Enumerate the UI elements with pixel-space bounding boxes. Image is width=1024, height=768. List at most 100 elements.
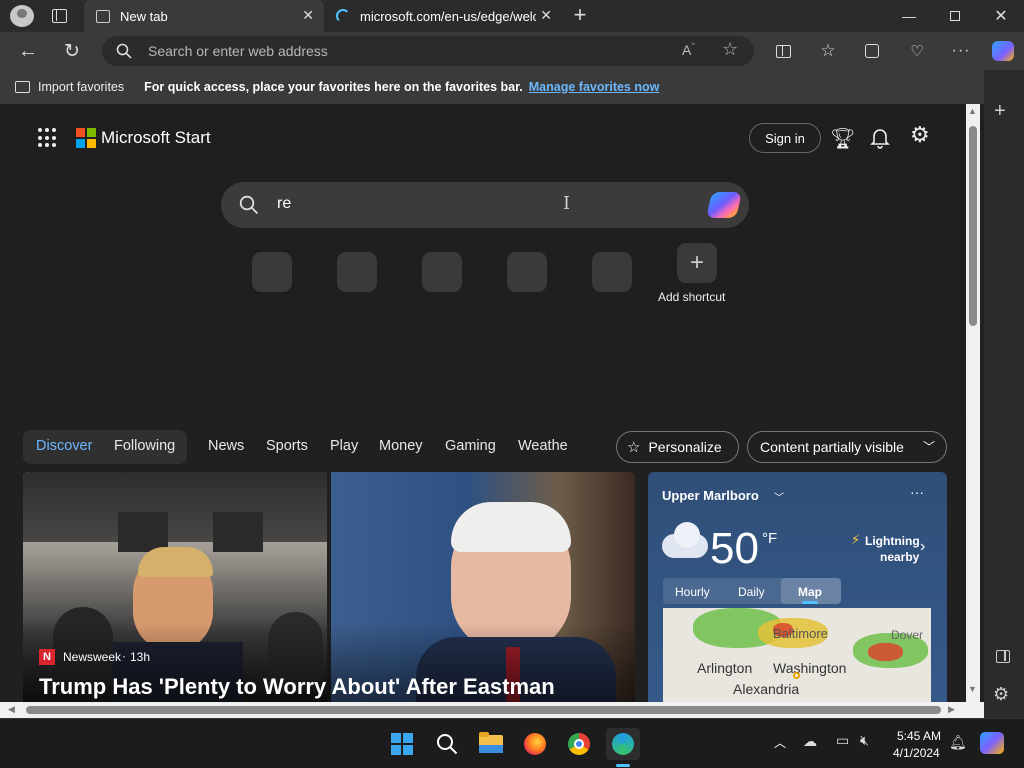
browser-essentials-icon[interactable]: ♡: [902, 36, 932, 66]
news-card[interactable]: N Newsweek · 13h Trump Has 'Plenty to Wo…: [23, 472, 635, 702]
news-source: Newsweek: [63, 650, 122, 664]
copilot-pre-icon[interactable]: [980, 732, 1004, 754]
search-input-value[interactable]: re: [277, 195, 291, 213]
close-tab-icon[interactable]: ✕: [540, 7, 552, 24]
shortcut-tile[interactable]: [507, 252, 547, 292]
page-settings-gear-icon[interactable]: ⚙: [910, 122, 930, 148]
tab-play[interactable]: Play: [330, 438, 358, 454]
shortcut-tile[interactable]: [422, 252, 462, 292]
shortcut-tile[interactable]: [337, 252, 377, 292]
address-bar[interactable]: Search or enter web address Aʼʼ ☆: [102, 36, 754, 66]
profile-avatar[interactable]: [10, 5, 34, 27]
tab-map[interactable]: Map: [798, 585, 822, 599]
brand-title: Microsoft Start: [101, 128, 211, 147]
file-explorer-icon[interactable]: [475, 728, 507, 760]
favorites-icon[interactable]: ☆: [813, 36, 843, 66]
collections-icon[interactable]: [857, 36, 887, 66]
tab-actions-icon[interactable]: [52, 9, 67, 23]
web-search-box[interactable]: re I: [221, 182, 749, 228]
tab-title: microsoft.com/en-us/edge/welc: [360, 8, 536, 24]
sidebar-settings-icon[interactable]: ⚙: [993, 684, 1009, 705]
tab-news[interactable]: News: [208, 438, 244, 454]
news-headline[interactable]: Trump Has 'Plenty to Worry About' After …: [39, 674, 555, 700]
new-tab-button[interactable]: +: [568, 4, 592, 28]
scroll-left-icon[interactable]: ◀: [8, 704, 15, 715]
cloud-sync-icon[interactable]: ☁: [803, 733, 817, 750]
back-button[interactable]: ←: [13, 36, 43, 66]
chevron-down-icon[interactable]: ﹀: [774, 489, 784, 504]
tab-discover[interactable]: Discover: [36, 438, 92, 454]
tab-daily[interactable]: Daily: [738, 585, 765, 599]
horizontal-scroll-thumb[interactable]: [26, 706, 941, 714]
cloud-icon: [662, 522, 708, 558]
plus-icon: +: [689, 249, 704, 276]
weather-card[interactable]: Upper Marlboro ﹀ ··· 50 °F ⚡ Lightning n…: [648, 472, 947, 702]
chrome-icon[interactable]: [563, 728, 595, 760]
sign-in-button[interactable]: Sign in: [749, 123, 821, 153]
copilot-icon[interactable]: [706, 192, 742, 218]
rewards-trophy-icon[interactable]: 🏆︎: [830, 126, 855, 151]
map-label-alexandria: Alexandria: [733, 681, 800, 697]
tab-money[interactable]: Money: [379, 438, 423, 454]
more-options-icon[interactable]: ···: [910, 484, 924, 500]
manage-favorites-link[interactable]: Manage favorites now: [529, 80, 660, 94]
content-visibility-dropdown[interactable]: Content partially visible ﹀: [747, 431, 947, 463]
notifications-bell-icon[interactable]: [870, 127, 890, 149]
tab-gaming[interactable]: Gaming: [445, 438, 496, 454]
volume-muted-icon[interactable]: 🔇︎: [860, 732, 869, 749]
weather-map[interactable]: Baltimore Dover Arlington Washington Ale…: [663, 608, 931, 702]
tab-weather[interactable]: Weathe: [518, 438, 568, 454]
map-label-dover: Dover: [891, 628, 924, 642]
tab-hourly[interactable]: Hourly: [675, 585, 710, 599]
newsweek-logo-icon: N: [39, 649, 55, 665]
close-tab-icon[interactable]: ✕: [302, 7, 314, 24]
tab-new-tab[interactable]: New tab ✕: [84, 0, 324, 32]
tab-edge-welcome[interactable]: microsoft.com/en-us/edge/welc ✕: [326, 0, 562, 32]
add-shortcut-button[interactable]: +: [677, 243, 717, 283]
sidebar-add-icon[interactable]: +: [994, 100, 1006, 123]
app-launcher-icon[interactable]: [38, 128, 58, 148]
copilot-icon[interactable]: [988, 36, 1018, 66]
weather-location[interactable]: Upper Marlboro: [662, 488, 759, 503]
weather-alert-line2[interactable]: nearby: [880, 550, 919, 564]
read-aloud-icon[interactable]: Aʼʼ: [682, 42, 695, 58]
sidebar: + ⚙: [984, 70, 1024, 718]
tab-following[interactable]: Following: [114, 438, 175, 454]
more-menu-icon[interactable]: ···: [946, 36, 976, 66]
vertical-scroll-thumb[interactable]: [969, 126, 977, 326]
split-screen-icon[interactable]: [768, 36, 798, 66]
shortcut-tile[interactable]: [252, 252, 292, 292]
network-icon[interactable]: ▭: [836, 732, 849, 749]
scroll-right-icon[interactable]: ▶: [948, 704, 955, 715]
favorite-star-icon[interactable]: ☆: [722, 39, 738, 60]
notification-bell-icon[interactable]: 🔔︎: [949, 734, 967, 751]
hide-sidebar-icon[interactable]: [996, 650, 1010, 663]
edge-icon[interactable]: [606, 728, 640, 760]
chevron-down-icon: ﹀: [922, 440, 935, 454]
start-button[interactable]: [386, 728, 418, 760]
vertical-scrollbar[interactable]: ▲ ▼: [966, 104, 980, 702]
tab-sports[interactable]: Sports: [266, 438, 308, 454]
close-window-button[interactable]: ✕: [978, 0, 1024, 32]
refresh-button[interactable]: ↻: [57, 36, 87, 66]
personalize-button[interactable]: ☆ Personalize: [616, 431, 739, 463]
minimize-button[interactable]: —: [886, 0, 932, 32]
scroll-down-icon[interactable]: ▼: [968, 684, 977, 694]
chevron-right-icon[interactable]: ›: [920, 538, 925, 556]
horizontal-scrollbar[interactable]: ◀ ▶: [0, 702, 984, 718]
firefox-icon[interactable]: [519, 728, 551, 760]
weather-alert-line1[interactable]: Lightning: [865, 534, 920, 548]
windows-logo-icon: [391, 733, 413, 755]
clock-time[interactable]: 5:45 AM: [897, 729, 941, 743]
shortcut-tile[interactable]: [592, 252, 632, 292]
show-hidden-icons-chevron-icon[interactable]: ︿: [774, 734, 786, 751]
taskbar: ︿ ☁ ▭ 🔇︎ 5:45 AM 4/1/2024 🔔︎: [0, 718, 1024, 768]
scroll-up-icon[interactable]: ▲: [968, 106, 977, 116]
restore-button[interactable]: [932, 0, 978, 32]
sign-in-label: Sign in: [765, 130, 805, 146]
taskbar-search-button[interactable]: [431, 728, 463, 760]
clock-date[interactable]: 4/1/2024: [893, 746, 940, 760]
import-favorites-button[interactable]: Import favorites: [38, 80, 124, 94]
news-separator: ·: [122, 649, 126, 663]
weather-unit: °F: [762, 530, 778, 547]
